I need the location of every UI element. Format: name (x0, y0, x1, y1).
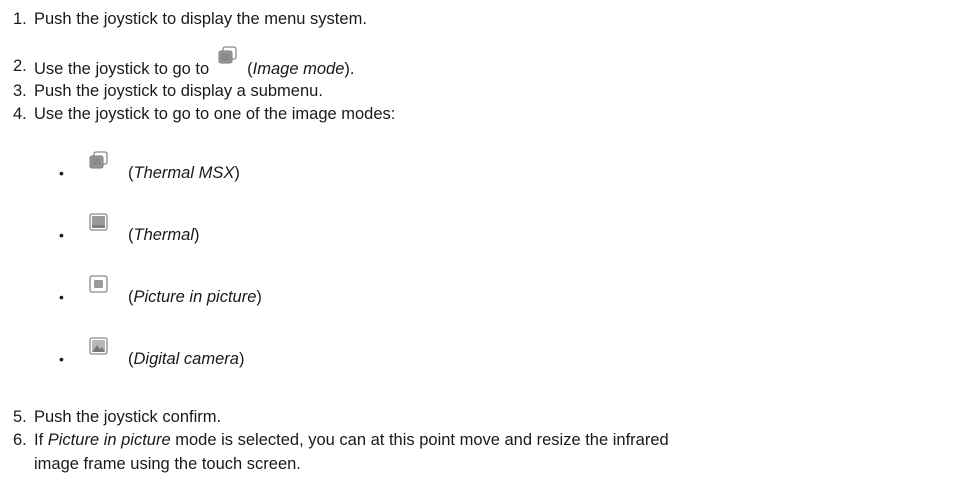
image-mode-icon (217, 46, 239, 66)
bullet: • (59, 165, 64, 181)
step-text-emphasis: Image mode (252, 60, 345, 78)
step-text: image frame using the touch screen. (34, 455, 301, 473)
step-number: 1. (13, 10, 27, 28)
picture-in-picture-icon (88, 275, 110, 295)
thermal-msx-icon (88, 151, 110, 171)
step-number: 4. (13, 105, 27, 123)
step-number: 6. (13, 431, 27, 449)
bullet: • (59, 351, 64, 367)
step-text: Push the joystick to display the menu sy… (34, 10, 367, 28)
bullet: • (59, 227, 64, 243)
bullet: • (59, 289, 64, 305)
step-number: 2. (13, 57, 27, 75)
step-number: 5. (13, 408, 27, 426)
step-text: Use the joystick to go to (Image mode). (34, 46, 355, 79)
step-text-pre: Use the joystick to go to (34, 60, 210, 78)
thermal-icon (88, 213, 110, 233)
list-item-label: (Digital camera) (128, 350, 245, 368)
step-text: Push the joystick confirm. (34, 408, 222, 426)
instruction-document: 1. Push the joystick to display the menu… (0, 0, 974, 497)
step-text: Push the joystick to display a submenu. (34, 82, 323, 100)
list-item-label: (Thermal) (128, 226, 200, 244)
step-text: If Picture in picture mode is selected, … (34, 431, 669, 449)
step-text: Use the joystick to go to one of the ima… (34, 105, 396, 123)
paren-close: ). (344, 60, 355, 78)
digital-camera-icon (88, 337, 110, 357)
list-item-label: (Picture in picture) (128, 288, 262, 306)
step-number: 3. (13, 82, 27, 100)
list-item-label: (Thermal MSX) (128, 164, 240, 182)
